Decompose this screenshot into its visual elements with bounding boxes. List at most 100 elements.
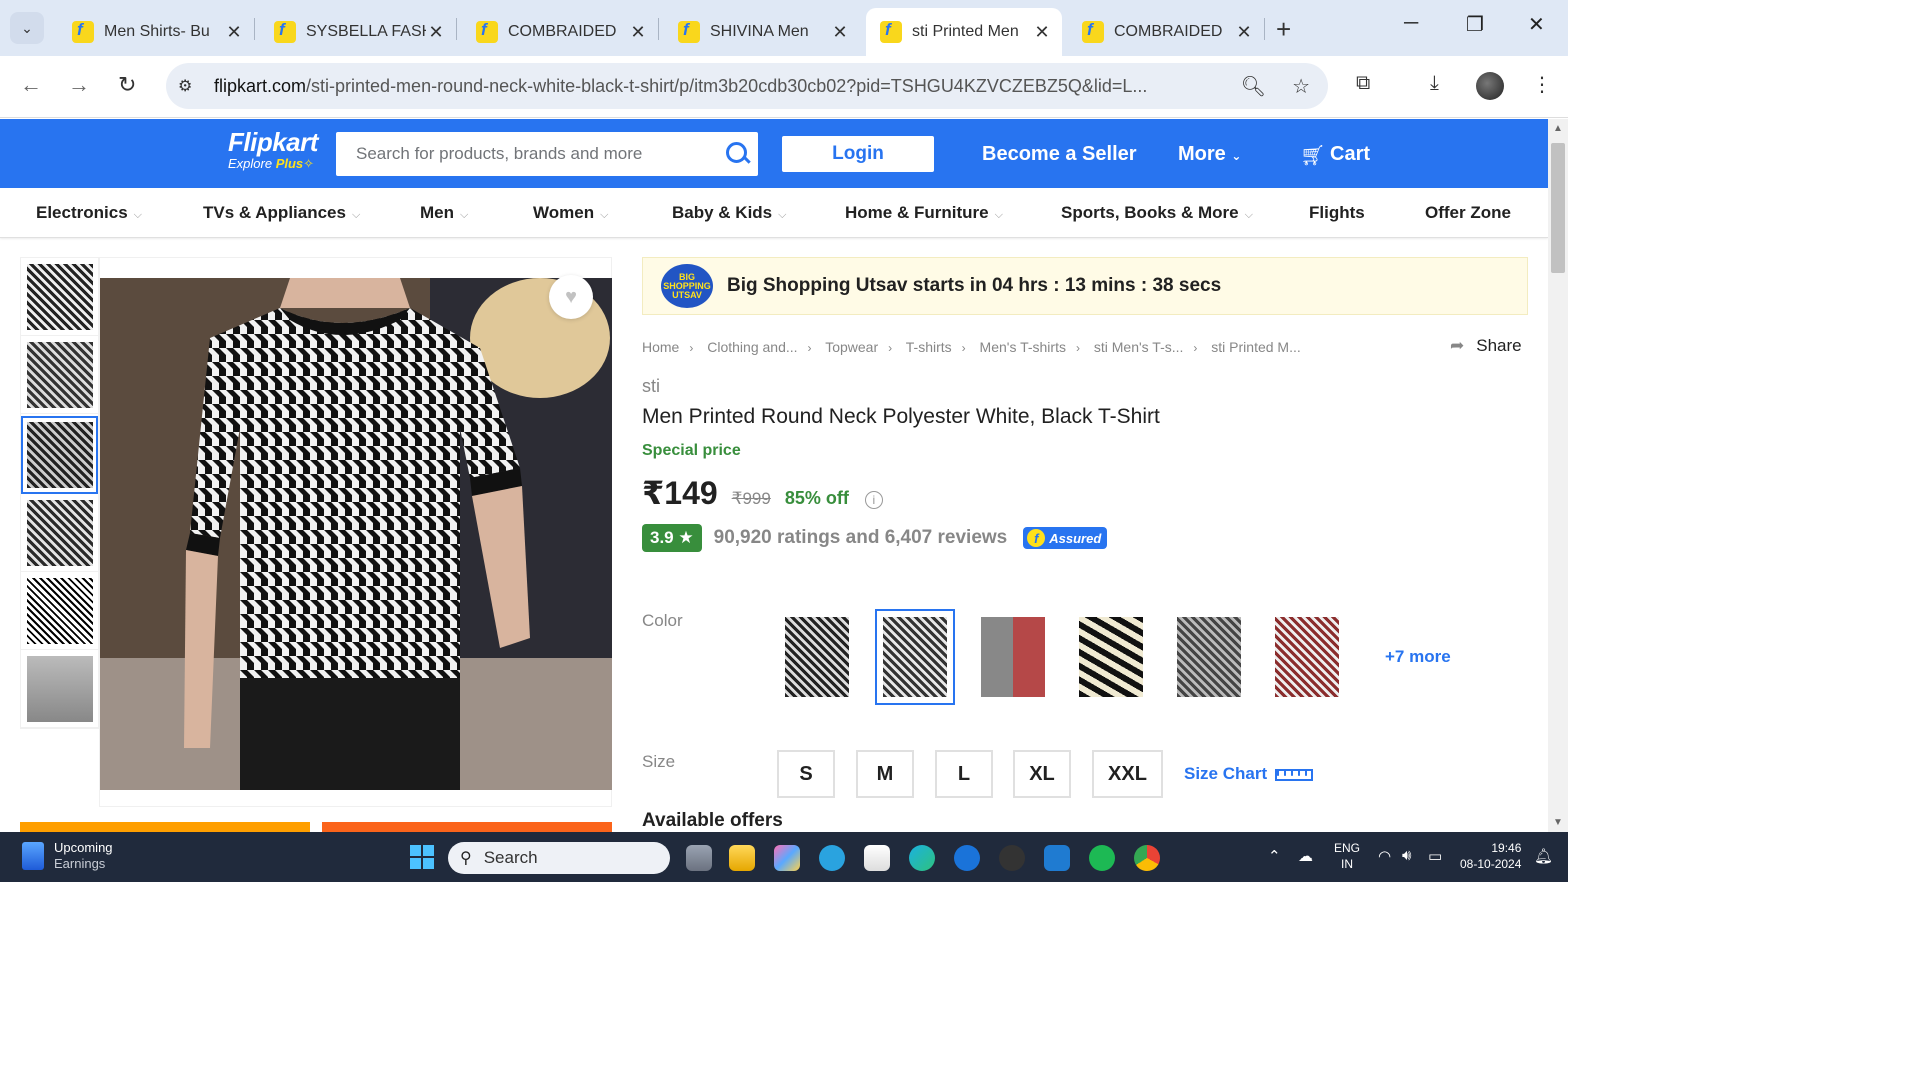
rating-badge[interactable]: 3.9 ★ [642, 524, 702, 552]
category-offer-zone[interactable]: Offer Zone [1425, 203, 1511, 223]
search-icon[interactable] [718, 134, 758, 174]
color-swatch-6[interactable] [1267, 609, 1347, 705]
zoom-icon[interactable]: 🔍︎ [1241, 74, 1266, 99]
file-explorer-icon[interactable] [729, 845, 755, 871]
microsoft-store-icon[interactable] [864, 845, 890, 871]
new-tab-icon[interactable]: + [1276, 14, 1291, 45]
search-input[interactable]: Search for products, brands and more [356, 144, 718, 164]
browser-tab-5-active[interactable]: sti Printed Men ✕ [866, 8, 1062, 56]
browser-tab-1[interactable]: Men Shirts- Bu ✕ [58, 8, 254, 56]
thumbnail-2[interactable] [21, 336, 98, 414]
breadcrumb-item[interactable]: sti Men's T-s... [1094, 339, 1184, 355]
breadcrumb-item[interactable]: T-shirts [906, 339, 952, 355]
info-icon[interactable]: i [864, 491, 883, 509]
scroll-up-arrow-icon[interactable]: ▲ [1553, 123, 1563, 134]
become-seller-link[interactable]: Become a Seller [982, 143, 1137, 166]
show-hidden-icons-chevron-icon[interactable]: ⌃ [1268, 847, 1281, 865]
minimize-icon[interactable]: ─ [1404, 12, 1418, 35]
profile-avatar[interactable] [1476, 72, 1504, 100]
edge-icon[interactable] [909, 845, 935, 871]
site-info-icon[interactable]: ⚙ [178, 76, 198, 96]
category-women[interactable]: Women ⌵ [533, 203, 608, 223]
category-flights[interactable]: Flights [1309, 203, 1365, 223]
reload-icon[interactable]: ↻ [118, 72, 136, 98]
ratings-reviews-count[interactable]: 90,920 ratings and 6,407 reviews [714, 527, 1008, 549]
bookmark-star-icon[interactable]: ☆ [1292, 74, 1310, 99]
extensions-icon[interactable]: ⧉ [1356, 72, 1370, 95]
browser-tab-6[interactable]: COMBRAIDED ✕ [1068, 8, 1264, 56]
spotify-icon[interactable] [1089, 845, 1115, 871]
size-option-xl[interactable]: XL [1013, 750, 1071, 798]
close-tab-icon[interactable]: ✕ [1032, 22, 1052, 43]
size-option-s[interactable]: S [777, 750, 835, 798]
forward-icon[interactable]: → [68, 72, 90, 98]
thumbnail-6[interactable] [21, 650, 98, 728]
close-tab-icon[interactable]: ✕ [224, 22, 244, 43]
category-tvs-appliances[interactable]: TVs & Appliances ⌵ [203, 203, 360, 223]
copilot-icon[interactable] [774, 845, 800, 871]
size-option-xxl[interactable]: XXL [1092, 750, 1163, 798]
color-swatch-2-selected[interactable] [875, 609, 955, 705]
close-tab-icon[interactable]: ✕ [830, 22, 850, 43]
omnibox[interactable]: ⚙ flipkart.com/sti-printed-men-round-nec… [166, 63, 1328, 109]
windows-start-icon[interactable] [410, 845, 434, 869]
download-icon[interactable]: ⤓ [1430, 72, 1439, 95]
widgets-button[interactable]: Upcoming Earnings [22, 840, 113, 872]
scroll-down-arrow-icon[interactable]: ▼ [1553, 817, 1563, 828]
breadcrumb-item[interactable]: Clothing and... [707, 339, 797, 355]
restore-icon[interactable]: ❐ [1466, 12, 1484, 37]
close-tab-icon[interactable]: ✕ [628, 22, 648, 43]
browser-tab-2[interactable]: SYSBELLA FASH ✕ [260, 8, 456, 56]
tab-search-dropdown-icon[interactable]: ⌄ [10, 12, 44, 44]
breadcrumb-item[interactable]: Topwear [825, 339, 878, 355]
browser-tab-3[interactable]: COMBRAIDED ✕ [462, 8, 658, 56]
back-icon[interactable]: ← [20, 72, 42, 98]
thumbnail-3-selected[interactable] [21, 416, 98, 494]
product-brand[interactable]: sti [642, 376, 660, 397]
thumbnail-5[interactable] [21, 572, 98, 650]
flipkart-logo[interactable]: Flipkart Explore Plus✧ [228, 127, 318, 172]
close-tab-icon[interactable]: ✕ [426, 22, 446, 43]
category-home-furniture[interactable]: Home & Furniture ⌵ [845, 203, 1003, 223]
color-swatch-4[interactable] [1071, 609, 1151, 705]
telegram-icon[interactable] [819, 845, 845, 871]
size-option-m[interactable]: M [856, 750, 914, 798]
wifi-icon[interactable]: ◠ [1378, 847, 1391, 865]
login-button[interactable]: Login [782, 136, 934, 172]
size-chart-link[interactable]: Size Chart [1184, 764, 1314, 784]
size-option-l[interactable]: L [935, 750, 993, 798]
cart-icon[interactable]: 🛒︎ [1300, 143, 1325, 168]
more-menu[interactable]: More ⌄ [1178, 143, 1241, 166]
more-colors-link[interactable]: +7 more [1385, 647, 1451, 667]
github-icon[interactable] [999, 845, 1025, 871]
chrome-icon[interactable] [1134, 845, 1160, 871]
category-sports-books[interactable]: Sports, Books & More ⌵ [1061, 203, 1253, 223]
battery-icon[interactable]: ▭ [1428, 847, 1442, 865]
onedrive-tray-icon[interactable]: ☁ [1298, 847, 1313, 865]
category-men[interactable]: Men ⌵ [420, 203, 468, 223]
url-text[interactable]: flipkart.com/sti-printed-men-round-neck-… [214, 76, 1224, 97]
color-swatch-3[interactable] [973, 609, 1053, 705]
breadcrumb-item[interactable]: Men's T-shirts [980, 339, 1066, 355]
category-electronics[interactable]: Electronics ⌵ [36, 203, 142, 223]
category-baby-kids[interactable]: Baby & Kids ⌵ [672, 203, 786, 223]
taskbar-search[interactable]: ⚲ Search [448, 842, 670, 874]
page-scrollbar[interactable]: ▲ ▼ [1548, 119, 1568, 832]
color-swatch-5[interactable] [1169, 609, 1249, 705]
thumbnail-1[interactable] [21, 258, 98, 336]
browser-tab-4[interactable]: SHIVINA Men ✕ [664, 8, 860, 56]
cart-link[interactable]: Cart [1330, 143, 1370, 166]
vscode-icon[interactable] [1044, 845, 1070, 871]
share-button[interactable]: ➦ Share [1450, 336, 1522, 356]
search-box[interactable]: Search for products, brands and more [336, 132, 758, 176]
onedrive-icon[interactable] [954, 845, 980, 871]
language-indicator[interactable]: ENG IN [1334, 840, 1360, 872]
notification-bell-icon[interactable]: 🔔︎ [1534, 847, 1553, 865]
thumbnail-4[interactable] [21, 494, 98, 572]
chrome-menu-icon[interactable]: ⋮ [1532, 72, 1552, 97]
scrollbar-thumb[interactable] [1551, 143, 1565, 273]
breadcrumb-item[interactable]: sti Printed M... [1211, 339, 1300, 355]
close-tab-icon[interactable]: ✕ [1234, 22, 1254, 43]
close-window-icon[interactable]: ✕ [1528, 12, 1545, 37]
color-swatch-1[interactable] [777, 609, 857, 705]
